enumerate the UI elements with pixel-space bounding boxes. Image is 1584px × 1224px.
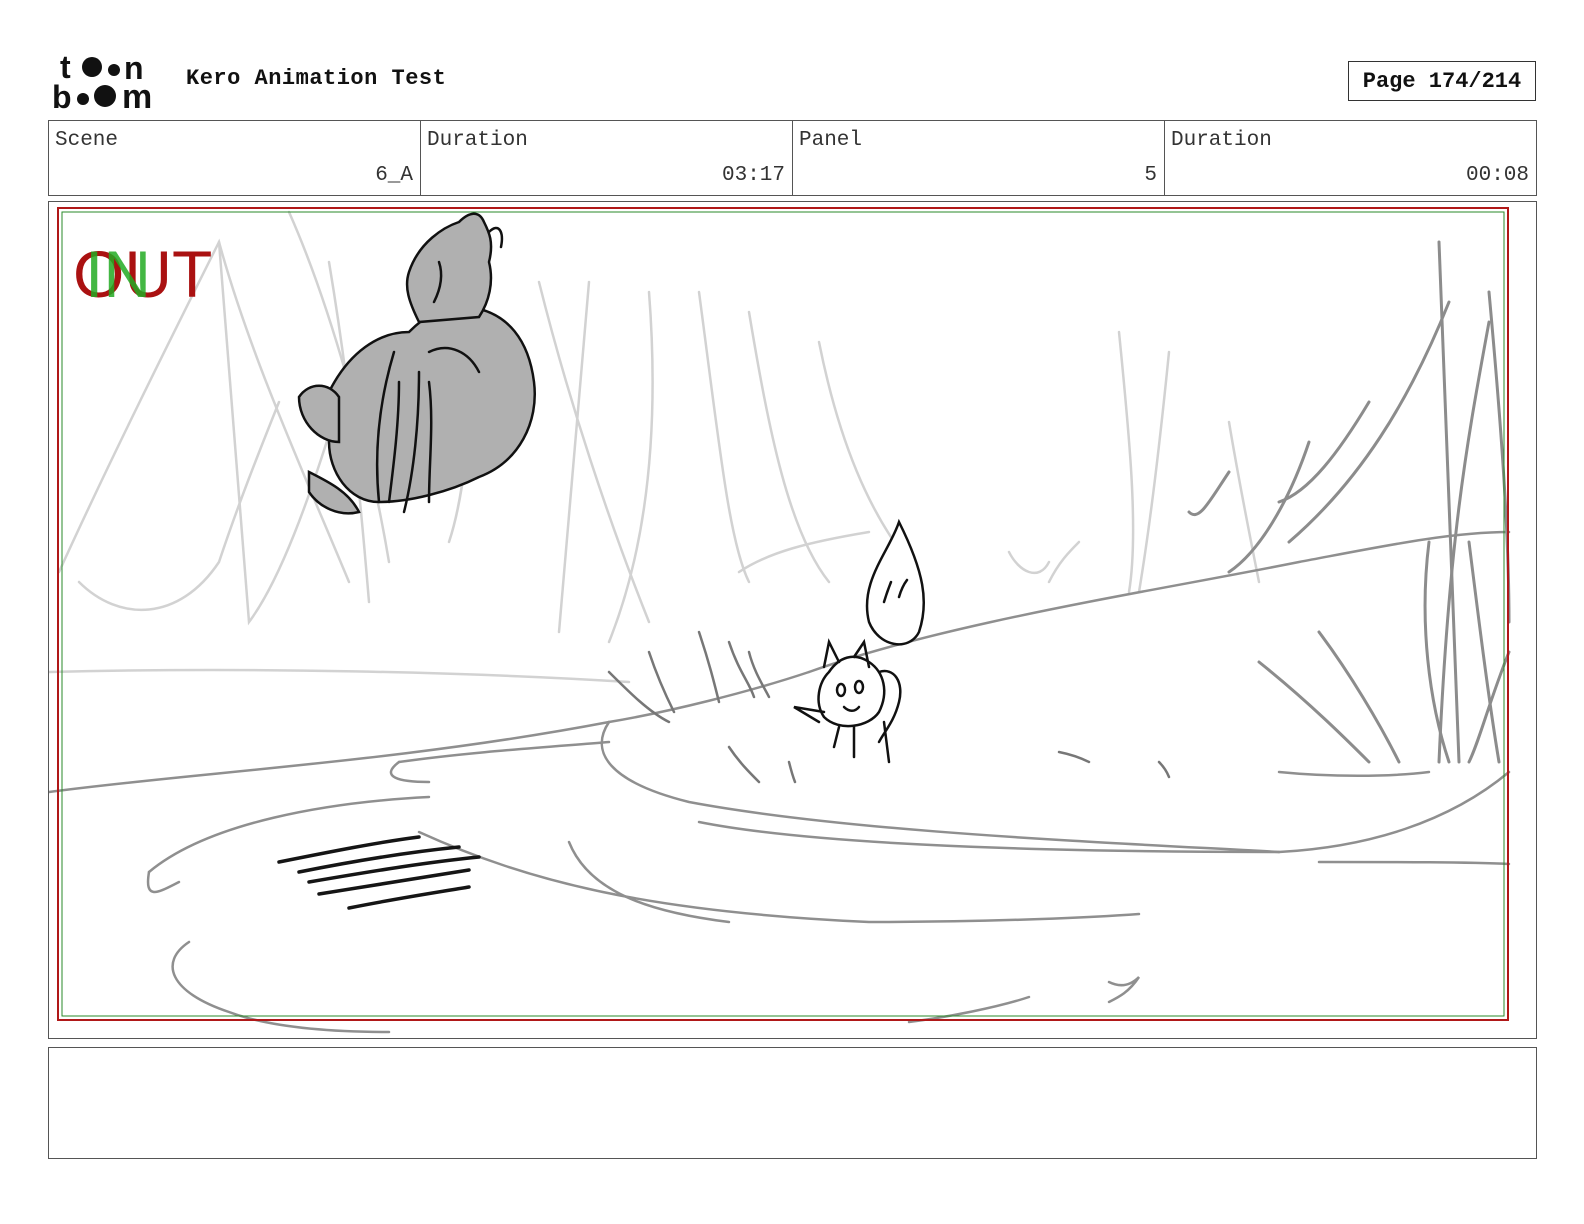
scene-duration-label: Duration [427, 129, 528, 152]
background-trees-sketch [49, 210, 1261, 684]
panel-duration-label: Duration [1171, 129, 1272, 152]
panel-label: Panel [799, 129, 863, 152]
panel-sketch: OUT IN [49, 207, 1511, 1034]
project-title: Kero Animation Test [186, 66, 447, 91]
in-marker: IN [85, 237, 151, 311]
svg-text:b: b [52, 79, 72, 112]
action-safe-frame [61, 211, 1505, 1017]
water-lines-sketch [49, 530, 1511, 1034]
flying-creature-sketch [297, 212, 536, 515]
storyboard-panel: OUT IN [48, 201, 1537, 1039]
scene-value: 6_A [375, 164, 413, 187]
water-hatch-strokes [277, 835, 481, 910]
right-trees-sketch [1187, 240, 1511, 764]
panel-value: 5 [1144, 164, 1157, 187]
scene-duration-cell: Duration 03:17 [421, 121, 793, 195]
scene-duration-value: 03:17 [721, 164, 785, 187]
panel-info-table: Scene 6_A Duration 03:17 Panel 5 Duratio… [48, 120, 1537, 196]
svg-text:m: m [122, 78, 152, 112]
page-indicator: Page 174/214 [1348, 61, 1536, 101]
toon-boom-logo: t n b m [52, 50, 152, 112]
safe-frame [57, 207, 1509, 1021]
panel-cell: Panel 5 [793, 121, 1165, 195]
scene-label: Scene [55, 129, 119, 152]
panel-duration-value: 00:08 [1465, 164, 1529, 187]
scene-cell: Scene 6_A [49, 121, 421, 195]
panel-notes-box [48, 1047, 1537, 1159]
panel-duration-cell: Duration 00:08 [1165, 121, 1536, 195]
